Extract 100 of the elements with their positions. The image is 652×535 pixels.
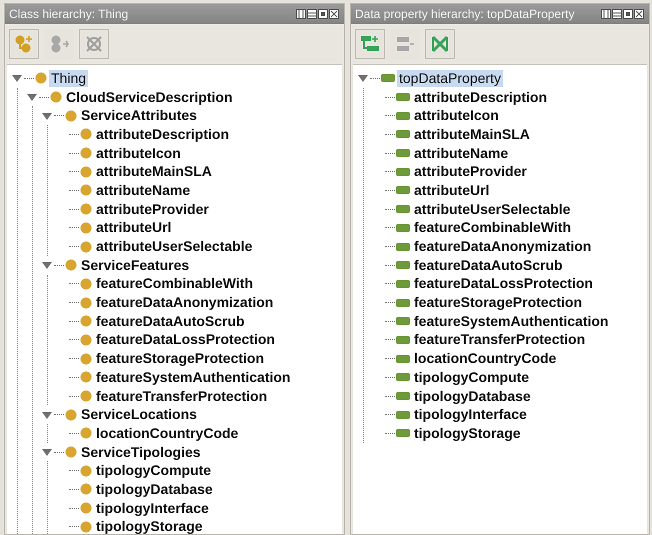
property-icon	[396, 92, 410, 102]
class-icon	[80, 464, 92, 477]
tree-node[interactable]: attributeUrl	[412, 182, 492, 199]
tree-node[interactable]: tipologyDatabase	[94, 480, 215, 498]
tree-node[interactable]: attributeIcon	[412, 107, 501, 124]
class-icon	[80, 296, 92, 309]
class-icon	[80, 371, 92, 384]
tree-node[interactable]: tipologyCompute	[94, 462, 214, 480]
tree-node[interactable]: tipologyStorage	[412, 424, 523, 442]
property-icon	[396, 410, 410, 420]
tree-node[interactable]: attributeName	[412, 144, 510, 162]
property-icon	[396, 372, 410, 382]
property-icon	[396, 391, 410, 402]
property-icon	[396, 185, 410, 196]
tree-node[interactable]: attributeProvider	[412, 163, 529, 180]
tree-node[interactable]: tipologyDatabase	[412, 388, 533, 405]
tree-node[interactable]: attributeUserSelectable	[94, 238, 254, 256]
property-icon	[396, 110, 410, 121]
tree-node[interactable]: attributeDescription	[94, 126, 232, 143]
tree-node[interactable]: featureStorageProtection	[94, 350, 266, 368]
tree-node[interactable]: tipologyCompute	[412, 368, 532, 386]
add-child-button[interactable]	[355, 29, 385, 59]
tree-node[interactable]: featureDataAutoScrub	[412, 256, 565, 274]
add-sibling-icon	[395, 34, 415, 54]
tree-node[interactable]: tipologyStorage	[94, 518, 205, 534]
tree-node[interactable]: featureTransferProtection	[94, 388, 270, 405]
class-icon	[80, 166, 92, 178]
class-icon	[80, 502, 92, 514]
class-icon	[65, 408, 77, 421]
property-icon	[396, 222, 410, 233]
delete-icon	[430, 34, 450, 54]
class-icon	[80, 147, 92, 160]
property-icon	[396, 148, 410, 158]
property-icon	[396, 278, 410, 289]
property-icon	[381, 73, 395, 84]
tree-node[interactable]: attributeMainSLA	[412, 126, 532, 143]
tree-node[interactable]: Thing	[49, 70, 88, 87]
property-icon	[396, 242, 410, 252]
class-icon	[65, 259, 77, 272]
class-icon	[80, 352, 92, 365]
panel-title: Class hierarchy: Thing	[9, 6, 128, 23]
tree-node[interactable]: ServiceFeatures	[79, 256, 192, 274]
tree-node[interactable]: ServiceAttributes	[79, 107, 199, 124]
class-icon	[80, 278, 92, 290]
window-controls-icon[interactable]	[296, 9, 340, 19]
property-icon	[396, 354, 410, 364]
tree-node[interactable]: attributeUserSelectable	[412, 200, 572, 218]
tree-node[interactable]: featureDataAnonymization	[94, 294, 276, 312]
class-icon	[80, 222, 92, 234]
tree-node[interactable]: topDataProperty	[397, 70, 503, 87]
collapse-icon[interactable]	[41, 259, 53, 272]
tree-node[interactable]: attributeDescription	[412, 88, 550, 106]
class-icon	[80, 520, 92, 533]
property-icon	[396, 316, 410, 326]
property-icon	[396, 428, 410, 438]
collapse-icon[interactable]	[357, 72, 369, 84]
tree-node[interactable]: featureCombinableWith	[412, 219, 573, 236]
collapse-icon[interactable]	[41, 446, 53, 458]
property-icon	[396, 298, 410, 308]
panel-title: Data property hierarchy: topDataProperty	[355, 6, 574, 23]
tree-node[interactable]: locationCountryCode	[412, 350, 558, 368]
property-icon	[396, 129, 410, 140]
tree-node[interactable]: tipologyInterface	[94, 500, 211, 517]
window-controls-icon[interactable]	[601, 9, 645, 19]
delete-button[interactable]	[425, 29, 455, 59]
tree-node[interactable]: CloudServiceDescription	[64, 88, 234, 106]
property-icon	[396, 204, 410, 214]
class-icon	[65, 446, 77, 458]
class-icon	[80, 390, 92, 402]
add-sibling-icon	[49, 34, 69, 54]
property-icon	[396, 260, 410, 270]
class-icon	[65, 110, 77, 122]
class-icon	[35, 72, 47, 84]
tree-node[interactable]: featureStorageProtection	[412, 294, 584, 312]
tree-node[interactable]: tipologyInterface	[412, 406, 529, 424]
tree-node[interactable]: ServiceTipologies	[79, 444, 203, 461]
property-icon	[396, 334, 410, 345]
add-subclass-icon	[14, 34, 34, 54]
tree-node[interactable]: featureSystemAuthentication	[94, 368, 292, 386]
tree-node[interactable]: featureCombinableWith	[94, 275, 255, 292]
tree-node[interactable]: attributeIcon	[94, 144, 183, 162]
tree-node[interactable]: featureSystemAuthentication	[412, 312, 610, 330]
tree-node[interactable]: attributeName	[94, 182, 192, 199]
tree-node[interactable]: attributeUrl	[94, 219, 174, 236]
tree-node[interactable]: featureDataAutoScrub	[94, 312, 247, 330]
class-icon	[80, 128, 92, 140]
tree-node[interactable]: ServiceLocations	[79, 406, 199, 424]
tree-node[interactable]: featureDataAnonymization	[412, 238, 594, 256]
tree-node[interactable]: featureDataLossProtection	[94, 331, 277, 348]
collapse-icon[interactable]	[26, 91, 38, 104]
tree-node[interactable]: featureTransferProtection	[412, 331, 588, 348]
tree-node[interactable]: attributeMainSLA	[94, 163, 214, 180]
tree-node[interactable]: attributeProvider	[94, 200, 211, 218]
collapse-icon[interactable]	[11, 72, 23, 84]
tree-node[interactable]: featureDataLossProtection	[412, 275, 595, 292]
class-icon	[80, 334, 92, 346]
class-icon	[80, 184, 92, 196]
delete-icon	[84, 34, 104, 54]
tree-node[interactable]: locationCountryCode	[94, 424, 240, 442]
class-icon	[80, 483, 92, 496]
